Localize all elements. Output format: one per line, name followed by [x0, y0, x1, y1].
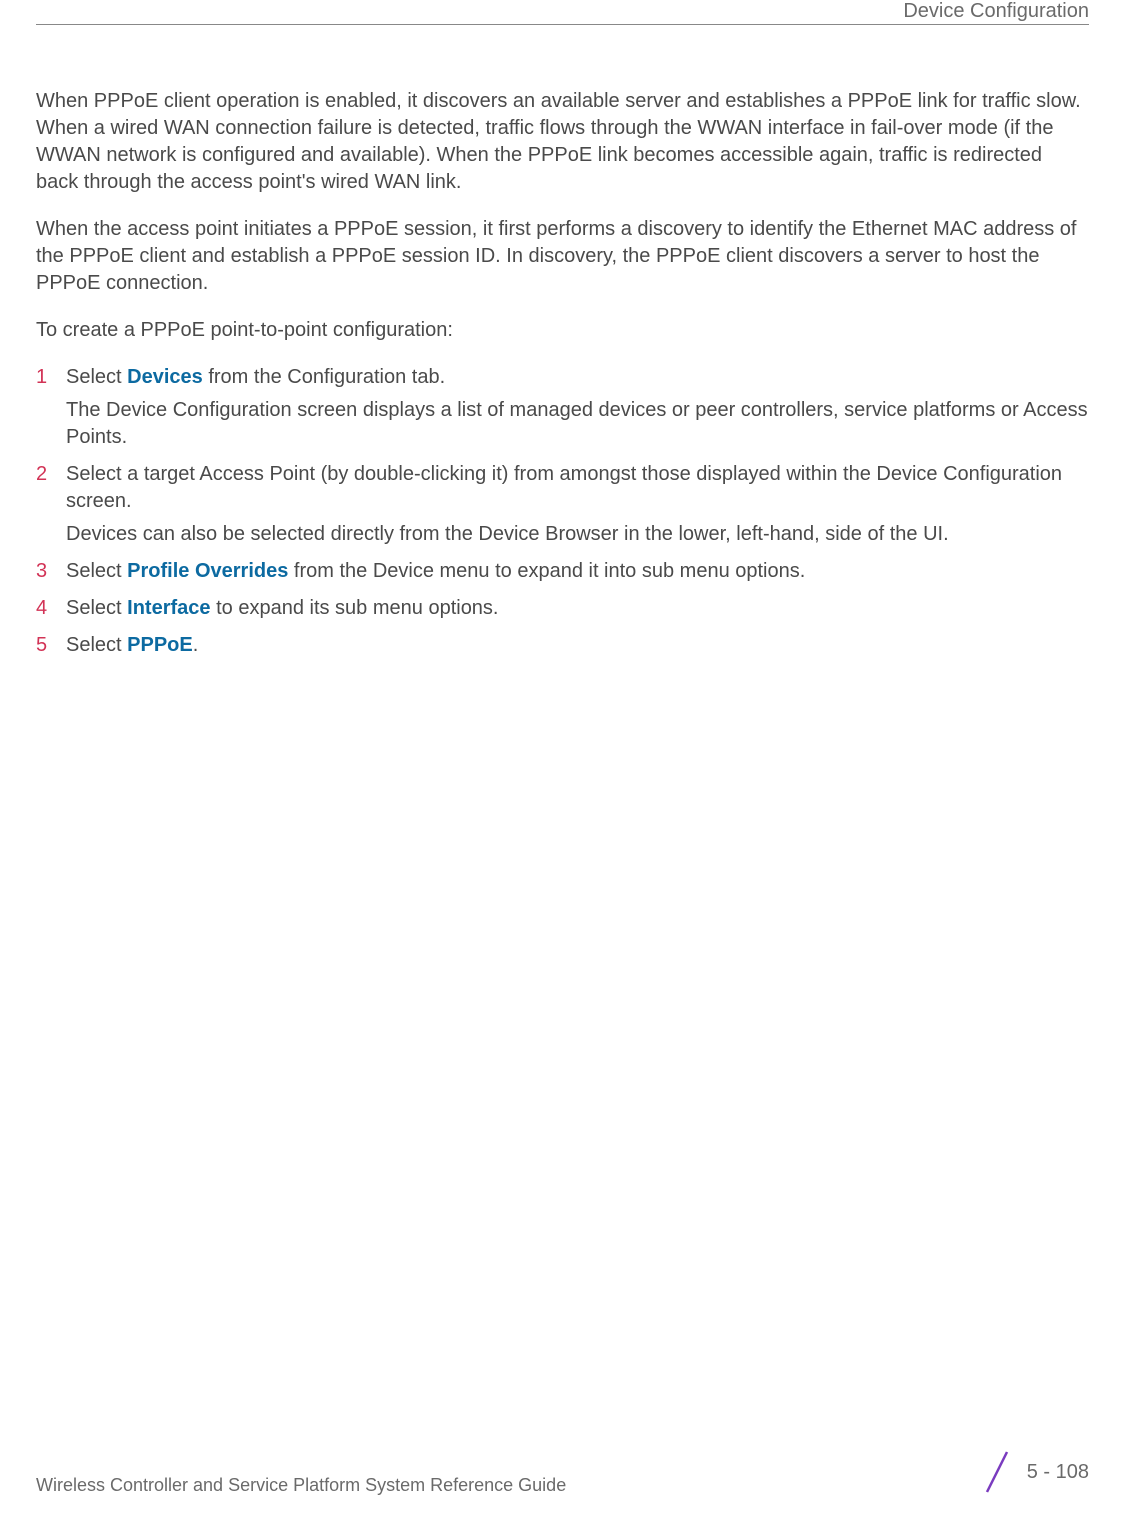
step-text: Select Devices from the Configuration ta… — [66, 364, 1089, 391]
step-subtext: Devices can also be selected directly fr… — [66, 521, 1089, 548]
step-body: Select a target Access Point (by double-… — [66, 461, 1089, 548]
paragraph-3: To create a PPPoE point-to-point configu… — [36, 317, 1089, 344]
step-text: Select a target Access Point (by double-… — [66, 461, 1089, 515]
footer-slash-icon — [983, 1448, 1011, 1496]
step-item-4: 4Select Interface to expand its sub menu… — [36, 595, 1089, 622]
step-number: 2 — [36, 461, 66, 548]
step-item-5: 5Select PPPoE. — [36, 632, 1089, 659]
footer: Wireless Controller and Service Platform… — [36, 1448, 1089, 1496]
paragraph-2: When the access point initiates a PPPoE … — [36, 216, 1089, 297]
header-rule — [36, 24, 1089, 25]
paragraph-1: When PPPoE client operation is enabled, … — [36, 88, 1089, 196]
step-number: 5 — [36, 632, 66, 659]
footer-page-number: 5 - 108 — [1027, 1461, 1089, 1484]
step-number: 1 — [36, 364, 66, 451]
footer-page-group: 5 - 108 — [983, 1448, 1089, 1496]
steps-list: 1Select Devices from the Configuration t… — [36, 364, 1089, 659]
footer-guide-title: Wireless Controller and Service Platform… — [36, 1475, 566, 1496]
step-item-1: 1Select Devices from the Configuration t… — [36, 364, 1089, 451]
step-item-3: 3Select Profile Overrides from the Devic… — [36, 558, 1089, 585]
main-content: When PPPoE client operation is enabled, … — [36, 88, 1089, 669]
header-title: Device Configuration — [903, 0, 1089, 23]
step-text: Select PPPoE. — [66, 632, 1089, 659]
step-subtext: The Device Configuration screen displays… — [66, 397, 1089, 451]
step-body: Select Interface to expand its sub menu … — [66, 595, 1089, 622]
step-number: 4 — [36, 595, 66, 622]
step-item-2: 2Select a target Access Point (by double… — [36, 461, 1089, 548]
step-text: Select Profile Overrides from the Device… — [66, 558, 1089, 585]
step-body: Select Devices from the Configuration ta… — [66, 364, 1089, 451]
step-body: Select PPPoE. — [66, 632, 1089, 659]
step-text: Select Interface to expand its sub menu … — [66, 595, 1089, 622]
step-number: 3 — [36, 558, 66, 585]
step-body: Select Profile Overrides from the Device… — [66, 558, 1089, 585]
